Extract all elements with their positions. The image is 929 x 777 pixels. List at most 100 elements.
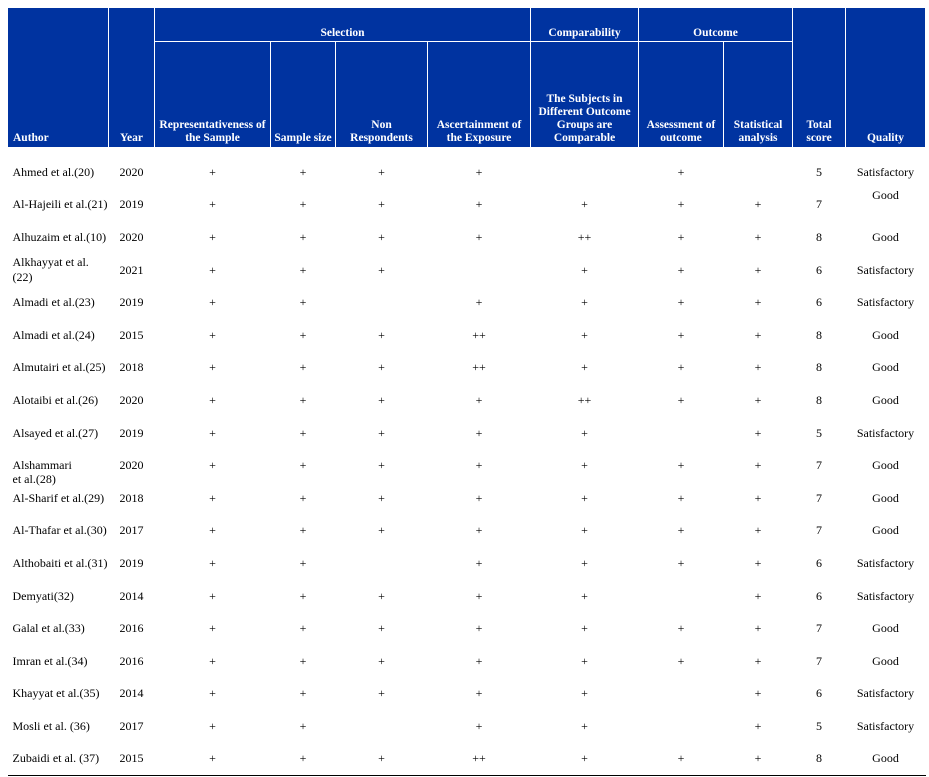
sample-size-cell: + — [299, 458, 307, 473]
non-respondents-cell: + — [378, 686, 385, 701]
ascertainment-cell: + — [475, 490, 483, 505]
author-cell: Alkhayyat et al.(22) — [12, 255, 89, 285]
assessment-outcome-header: Assessment of outcome — [638, 41, 725, 148]
representativeness-cell: + — [209, 164, 216, 179]
table-row: Mosli et al. (36) 2017 + + + + +5 Satisfactory — [8, 710, 926, 743]
representativeness-cell: + — [209, 490, 216, 505]
table-row: Galal et al.(33) 2016 + + + + + + +7 Good — [8, 612, 926, 645]
non-respondents-cell — [336, 547, 428, 580]
author-cell: Galal et al.(33) — [12, 621, 85, 636]
total-score-cell: 6 — [816, 295, 823, 310]
non-respondents-cell: + — [378, 164, 385, 179]
comparability-cell: + — [581, 295, 588, 310]
table-row: Demyati(32) 2014 + + + + + +6 Satisfactory — [8, 580, 926, 613]
non-respondents-cell: + — [378, 360, 385, 375]
year-cell: 2020 — [119, 229, 144, 244]
table-header: Author Year Selection Comparability Outc… — [7, 7, 927, 148]
author-cell: Demyati(32) — [12, 588, 74, 603]
comparability-cell: + — [581, 262, 588, 277]
quality-cell: Satisfactory — [856, 686, 915, 701]
non-respondents-cell: + — [378, 327, 385, 342]
quality-cell: Good — [872, 327, 899, 342]
statistical-analysis-cell: + — [754, 523, 762, 538]
representativeness-cell: + — [209, 653, 216, 668]
representativeness-cell: + — [209, 360, 216, 375]
quality-cell: Satisfactory — [856, 588, 915, 603]
sample-size-cell: + — [299, 164, 307, 179]
sample-size-header: Sample size — [270, 41, 336, 148]
sample-size-cell: + — [299, 621, 307, 636]
statistical-analysis-header: Statistical analysis — [723, 41, 794, 148]
non-respondents-cell: + — [378, 621, 385, 636]
ascertainment-cell: ++ — [427, 742, 531, 777]
representativeness-cell: + — [209, 197, 216, 212]
comparability-cell: + — [581, 588, 588, 603]
quality-cell: Satisfactory — [856, 425, 915, 440]
author-cell: Almadi et al.(24) — [12, 327, 95, 342]
assessment-cell — [639, 417, 724, 450]
non-respondents-cell: + — [378, 425, 385, 440]
table-row: Almadi et al.(24) 2015 + + + ++ + + +8 Good — [8, 319, 926, 352]
author-cell: Zubaidi et al. (37) — [7, 742, 109, 777]
year-cell: 2015 — [119, 327, 144, 342]
non-respondents-cell: + — [378, 588, 385, 603]
representativeness-cell: + — [209, 621, 216, 636]
assessment-cell: + — [677, 621, 685, 636]
non-respondents-cell — [336, 286, 428, 319]
assessment-cell: + — [677, 295, 685, 310]
statistical-analysis-cell: + — [754, 392, 762, 407]
year-cell: 2018 — [119, 360, 144, 375]
year-cell: 2021 — [119, 262, 144, 277]
sample-size-cell: + — [299, 360, 307, 375]
sample-size-cell: + — [299, 327, 307, 342]
author-cell: Al-Sharif et al.(29) — [12, 490, 105, 505]
table-row: Al-Hajeili et al.(21) 2019 + + + + + + +7 Good — [8, 188, 926, 222]
statistical-analysis-cell: + — [754, 295, 762, 310]
statistical-analysis-cell: + — [754, 490, 762, 505]
author-cell: Alotaibi et al.(26) — [12, 392, 99, 407]
representativeness-cell: + — [209, 555, 216, 570]
quality-cell: Good — [872, 229, 899, 244]
non-respondents-header: Non Respondents — [335, 41, 428, 148]
sample-size-cell: + — [299, 718, 307, 733]
quality-cell: Satisfactory — [856, 555, 915, 570]
statistical-analysis-cell: + — [754, 327, 762, 342]
table-row: Alsayed et al.(27) 2019 + + + + + +5 Satisfactor… — [8, 417, 926, 450]
sample-size-cell: + — [299, 229, 307, 244]
statistical-analysis-cell: + — [754, 686, 762, 701]
author-cell: Al-Hajeili et al.(21) — [12, 197, 108, 212]
representativeness-cell: + — [209, 295, 216, 310]
representativeness-cell: + — [209, 458, 216, 473]
quality-cell: Good — [872, 621, 899, 636]
author-cell: Imran et al.(34) — [12, 653, 88, 668]
non-respondents-cell: + — [378, 653, 385, 668]
quality-assessment-table-container: Author Year Selection Comparability Outc… — [7, 7, 927, 777]
ascertainment-cell — [428, 254, 531, 287]
comparability-cell: + — [581, 458, 588, 473]
non-respondents-cell: + — [378, 262, 385, 277]
ascertainment-cell: + — [475, 425, 483, 440]
total-score-cell: 7 — [816, 490, 823, 505]
year-cell: 2019 — [119, 425, 144, 440]
ascertainment-cell: + — [475, 686, 483, 701]
assessment-cell: + — [677, 653, 685, 668]
assessment-cell: + — [677, 197, 685, 212]
total-score-cell: 5 — [816, 718, 823, 733]
total-score-cell: 8 — [816, 360, 823, 375]
year-cell: 2017 — [119, 523, 144, 538]
ascertainment-cell: ++ — [472, 360, 486, 375]
author-cell: Mosli et al. (36) — [12, 718, 90, 733]
total-score-cell: 7 — [816, 523, 823, 538]
comparability-cell: + — [581, 621, 588, 636]
table-row: Alhuzaim et al.(10) 2020 + + + + ++ + +8 Good — [8, 221, 926, 254]
total-score-cell: 7 — [816, 458, 823, 473]
author-cell: Althobaiti et al.(31) — [12, 555, 108, 570]
quality-cell: Good — [872, 392, 899, 407]
comparability-cell: + — [581, 360, 588, 375]
total-score-cell: 5 — [816, 425, 823, 440]
quality-cell: Good — [845, 742, 926, 777]
representativeness-cell: + — [209, 588, 216, 603]
statistical-analysis-cell: + — [754, 718, 762, 733]
ascertainment-cell: + — [475, 555, 483, 570]
non-respondents-cell: + — [378, 229, 385, 244]
